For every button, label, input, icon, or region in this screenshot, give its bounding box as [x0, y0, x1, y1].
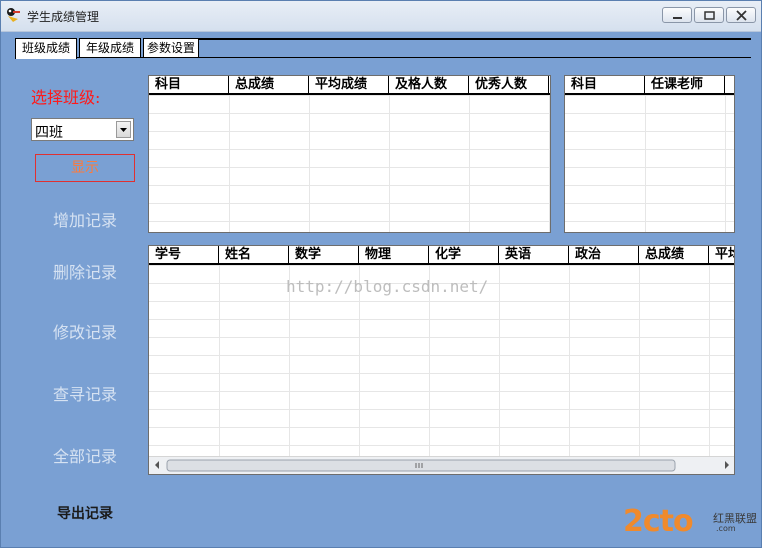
subject-stats-body: [149, 95, 550, 232]
column-header[interactable]: 总成绩: [639, 246, 709, 263]
class-select-value: 四班: [35, 125, 63, 141]
tab-grade-scores[interactable]: 年级成绩: [79, 38, 141, 57]
window-title: 学生成绩管理: [27, 10, 100, 24]
column-header[interactable]: 平均: [709, 246, 734, 263]
scroll-left-icon: [155, 461, 159, 469]
title-bar: 学生成绩管理: [1, 1, 761, 32]
column-header[interactable]: 数学: [289, 246, 359, 263]
maximize-icon: [704, 11, 715, 20]
tab-strip-line: [199, 38, 751, 40]
minimize-icon: [673, 17, 682, 19]
watermark: http://blog.csdn.net/: [286, 277, 489, 296]
column-header[interactable]: 平均成绩: [309, 76, 389, 93]
edit-record-button[interactable]: 修改记录: [35, 319, 135, 343]
column-header[interactable]: 化学: [429, 246, 499, 263]
teachers-header: 科目 任课老师: [565, 76, 734, 95]
chevron-down-icon: [120, 128, 127, 132]
scroll-thumb: [166, 459, 676, 472]
column-header[interactable]: 优秀人数: [469, 76, 549, 93]
scrollbar-graphics: [155, 459, 729, 472]
logo-text: 2cto: [623, 504, 694, 539]
column-header[interactable]: 任课老师: [645, 76, 725, 93]
students-header: 学号 姓名 数学 物理 化学 英语 政治 总成绩 平均: [149, 246, 734, 265]
column-header[interactable]: 总成绩: [229, 76, 309, 93]
column-header[interactable]: 科目: [149, 76, 229, 93]
export-records-button[interactable]: 导出记录: [35, 503, 135, 523]
column-header[interactable]: 学号: [149, 246, 219, 263]
add-record-button[interactable]: 增加记录: [35, 207, 135, 231]
column-header[interactable]: 物理: [359, 246, 429, 263]
delete-record-button[interactable]: 删除记录: [35, 259, 135, 283]
tab-settings[interactable]: 参数设置: [143, 38, 199, 57]
app-icon: [7, 8, 20, 22]
tab-class-scores[interactable]: 班级成绩: [15, 38, 77, 59]
teachers-grid[interactable]: 科目 任课老师: [564, 75, 735, 233]
class-select[interactable]: 四班: [31, 118, 134, 141]
all-records-button[interactable]: 全部记录: [35, 443, 135, 467]
subject-stats-header: 科目 总成绩 平均成绩 及格人数 优秀人数: [149, 76, 550, 95]
column-header[interactable]: 英语: [499, 246, 569, 263]
maximize-button[interactable]: [694, 7, 724, 23]
query-record-button[interactable]: 查寻记录: [35, 381, 135, 405]
select-class-label: 选择班级:: [31, 88, 101, 107]
close-icon: [736, 10, 747, 21]
show-button[interactable]: 显示: [35, 154, 135, 182]
column-header[interactable]: 政治: [569, 246, 639, 263]
close-button[interactable]: [726, 7, 756, 23]
column-header[interactable]: 科目: [565, 76, 645, 93]
teachers-body: [565, 95, 734, 232]
logo-suffix: .com: [716, 524, 736, 533]
column-header[interactable]: 及格人数: [389, 76, 469, 93]
horizontal-scrollbar[interactable]: [149, 456, 734, 474]
minimize-button[interactable]: [662, 7, 692, 23]
main-window: 学生成绩管理 班级成绩 年级成绩 参数设置 选择班级: 四班 显示 增加记录 删…: [0, 0, 762, 548]
column-header[interactable]: 姓名: [219, 246, 289, 263]
scroll-right-icon: [725, 461, 729, 469]
subject-stats-grid[interactable]: 科目 总成绩 平均成绩 及格人数 优秀人数: [148, 75, 551, 233]
site-logo: 2cto: [623, 504, 694, 539]
dropdown-button[interactable]: [116, 121, 131, 138]
